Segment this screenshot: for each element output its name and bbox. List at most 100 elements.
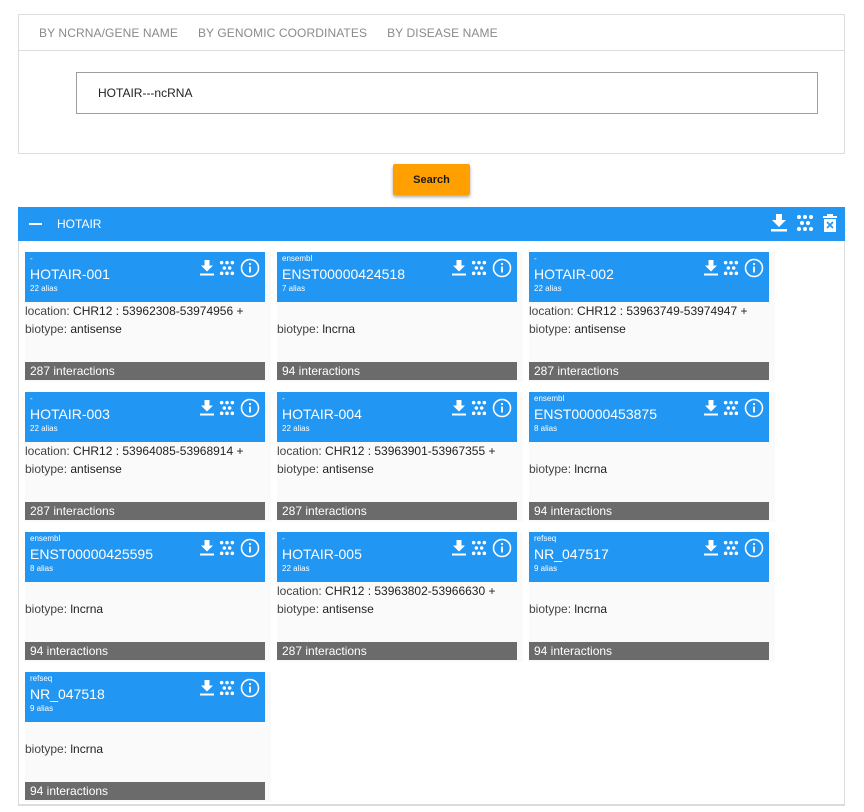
- result-card: ensembl ENST00000424518 7 alias biotype:…: [277, 252, 523, 382]
- download-icon[interactable]: [200, 680, 214, 696]
- card-location: location: CHR12 : 53963749-53974947 +: [529, 304, 748, 318]
- search-input[interactable]: [76, 72, 818, 114]
- card-name: HOTAIR-004: [282, 406, 362, 422]
- biotype-label: biotype:: [529, 602, 575, 616]
- interactions-link[interactable]: 287 interactions: [277, 502, 517, 520]
- card-alias: 7 alias: [282, 284, 306, 293]
- info-icon[interactable]: [492, 538, 512, 558]
- card-header[interactable]: ensembl ENST00000424518 7 alias: [277, 252, 517, 302]
- interactions-link[interactable]: 287 interactions: [529, 362, 769, 380]
- card-alias: 8 alias: [30, 564, 54, 573]
- card-alias: 9 alias: [534, 564, 558, 573]
- card-actions: [447, 398, 512, 418]
- card-location: location: CHR12 : 53962308-53974956 +: [25, 304, 244, 318]
- download-icon[interactable]: [200, 540, 214, 556]
- card-location: location: CHR12 : 53963802-53966630 +: [277, 584, 496, 598]
- biotype-value: lncrna: [322, 322, 356, 336]
- result-card: - HOTAIR-003 22 alias location: CHR12 : …: [25, 392, 271, 522]
- interactions-link[interactable]: 94 interactions: [277, 362, 517, 380]
- network-icon[interactable]: [219, 400, 235, 416]
- card-header[interactable]: ensembl ENST00000425595 8 alias: [25, 532, 265, 582]
- info-icon[interactable]: [240, 538, 260, 558]
- network-icon[interactable]: [219, 540, 235, 556]
- location-label: location:: [529, 304, 578, 318]
- search-panel: BY NCRNA/GENE NAME BY GENOMIC COORDINATE…: [18, 14, 845, 154]
- card-header[interactable]: - HOTAIR-005 22 alias: [277, 532, 517, 582]
- biotype-label: biotype:: [277, 322, 323, 336]
- card-biotype: biotype: lncrna: [277, 322, 355, 336]
- info-icon[interactable]: [240, 398, 260, 418]
- biotype-label: biotype:: [25, 322, 71, 336]
- card-biotype: biotype: antisense: [25, 322, 122, 336]
- card-source: ensembl: [534, 394, 565, 403]
- network-icon[interactable]: [723, 260, 739, 276]
- download-icon[interactable]: [200, 400, 214, 416]
- collapse-icon[interactable]: [29, 223, 42, 225]
- download-icon[interactable]: [704, 260, 718, 276]
- biotype-label: biotype:: [25, 462, 71, 476]
- result-card: refseq NR_047518 9 alias biotype: lncrna…: [25, 672, 271, 802]
- delete-icon[interactable]: [823, 214, 837, 232]
- card-name: ENST00000424518: [282, 266, 405, 282]
- card-biotype: biotype: lncrna: [529, 602, 607, 616]
- network-icon[interactable]: [723, 400, 739, 416]
- biotype-value: lncrna: [574, 602, 608, 616]
- location-value: CHR12 : 53962308-53974956 +: [73, 304, 244, 318]
- interactions-link[interactable]: 94 interactions: [529, 642, 769, 660]
- download-icon[interactable]: [452, 260, 466, 276]
- tab-genomic-coordinates[interactable]: BY GENOMIC COORDINATES: [198, 26, 367, 40]
- card-name: ENST00000453875: [534, 406, 657, 422]
- download-all-icon[interactable]: [771, 214, 787, 232]
- network-icon[interactable]: [471, 400, 487, 416]
- card-actions: [195, 258, 260, 278]
- card-header[interactable]: refseq NR_047518 9 alias: [25, 672, 265, 722]
- download-icon[interactable]: [704, 400, 718, 416]
- interactions-link[interactable]: 287 interactions: [277, 642, 517, 660]
- info-icon[interactable]: [492, 398, 512, 418]
- card-name: ENST00000425595: [30, 546, 153, 562]
- interactions-link[interactable]: 94 interactions: [25, 782, 265, 800]
- card-actions: [699, 258, 764, 278]
- info-icon[interactable]: [744, 398, 764, 418]
- interactions-link[interactable]: 94 interactions: [529, 502, 769, 520]
- network-icon[interactable]: [219, 260, 235, 276]
- network-icon[interactable]: [219, 680, 235, 696]
- download-icon[interactable]: [704, 540, 718, 556]
- info-icon[interactable]: [240, 678, 260, 698]
- card-source: -: [282, 394, 285, 403]
- download-icon[interactable]: [200, 260, 214, 276]
- card-header[interactable]: refseq NR_047517 9 alias: [529, 532, 769, 582]
- card-source: -: [282, 534, 285, 543]
- download-icon[interactable]: [452, 540, 466, 556]
- card-location: location: CHR12 : 53964085-53968914 +: [25, 444, 244, 458]
- card-header[interactable]: - HOTAIR-003 22 alias: [25, 392, 265, 442]
- network-icon[interactable]: [471, 540, 487, 556]
- card-header[interactable]: - HOTAIR-001 22 alias: [25, 252, 265, 302]
- info-icon[interactable]: [744, 538, 764, 558]
- search-button[interactable]: Search: [393, 164, 470, 195]
- card-header[interactable]: - HOTAIR-004 22 alias: [277, 392, 517, 442]
- card-alias: 8 alias: [534, 424, 558, 433]
- tab-ncrna-gene-name[interactable]: BY NCRNA/GENE NAME: [39, 26, 178, 40]
- tab-disease-name[interactable]: BY DISEASE NAME: [387, 26, 498, 40]
- network-all-icon[interactable]: [796, 214, 814, 232]
- interactions-link[interactable]: 287 interactions: [25, 502, 265, 520]
- interactions-link[interactable]: 94 interactions: [25, 642, 265, 660]
- biotype-label: biotype:: [277, 602, 323, 616]
- download-icon[interactable]: [452, 400, 466, 416]
- info-icon[interactable]: [240, 258, 260, 278]
- interactions-link[interactable]: 287 interactions: [25, 362, 265, 380]
- card-header[interactable]: ensembl ENST00000453875 8 alias: [529, 392, 769, 442]
- info-icon[interactable]: [492, 258, 512, 278]
- search-tabs: BY NCRNA/GENE NAME BY GENOMIC COORDINATE…: [19, 15, 844, 51]
- network-icon[interactable]: [471, 260, 487, 276]
- card-alias: 22 alias: [30, 284, 58, 293]
- result-card: ensembl ENST00000425595 8 alias biotype:…: [25, 532, 271, 662]
- network-icon[interactable]: [723, 540, 739, 556]
- biotype-label: biotype:: [529, 322, 575, 336]
- card-header[interactable]: - HOTAIR-002 22 alias: [529, 252, 769, 302]
- location-value: CHR12 : 53964085-53968914 +: [73, 444, 244, 458]
- info-icon[interactable]: [744, 258, 764, 278]
- card-actions: [447, 258, 512, 278]
- card-biotype: biotype: antisense: [25, 462, 122, 476]
